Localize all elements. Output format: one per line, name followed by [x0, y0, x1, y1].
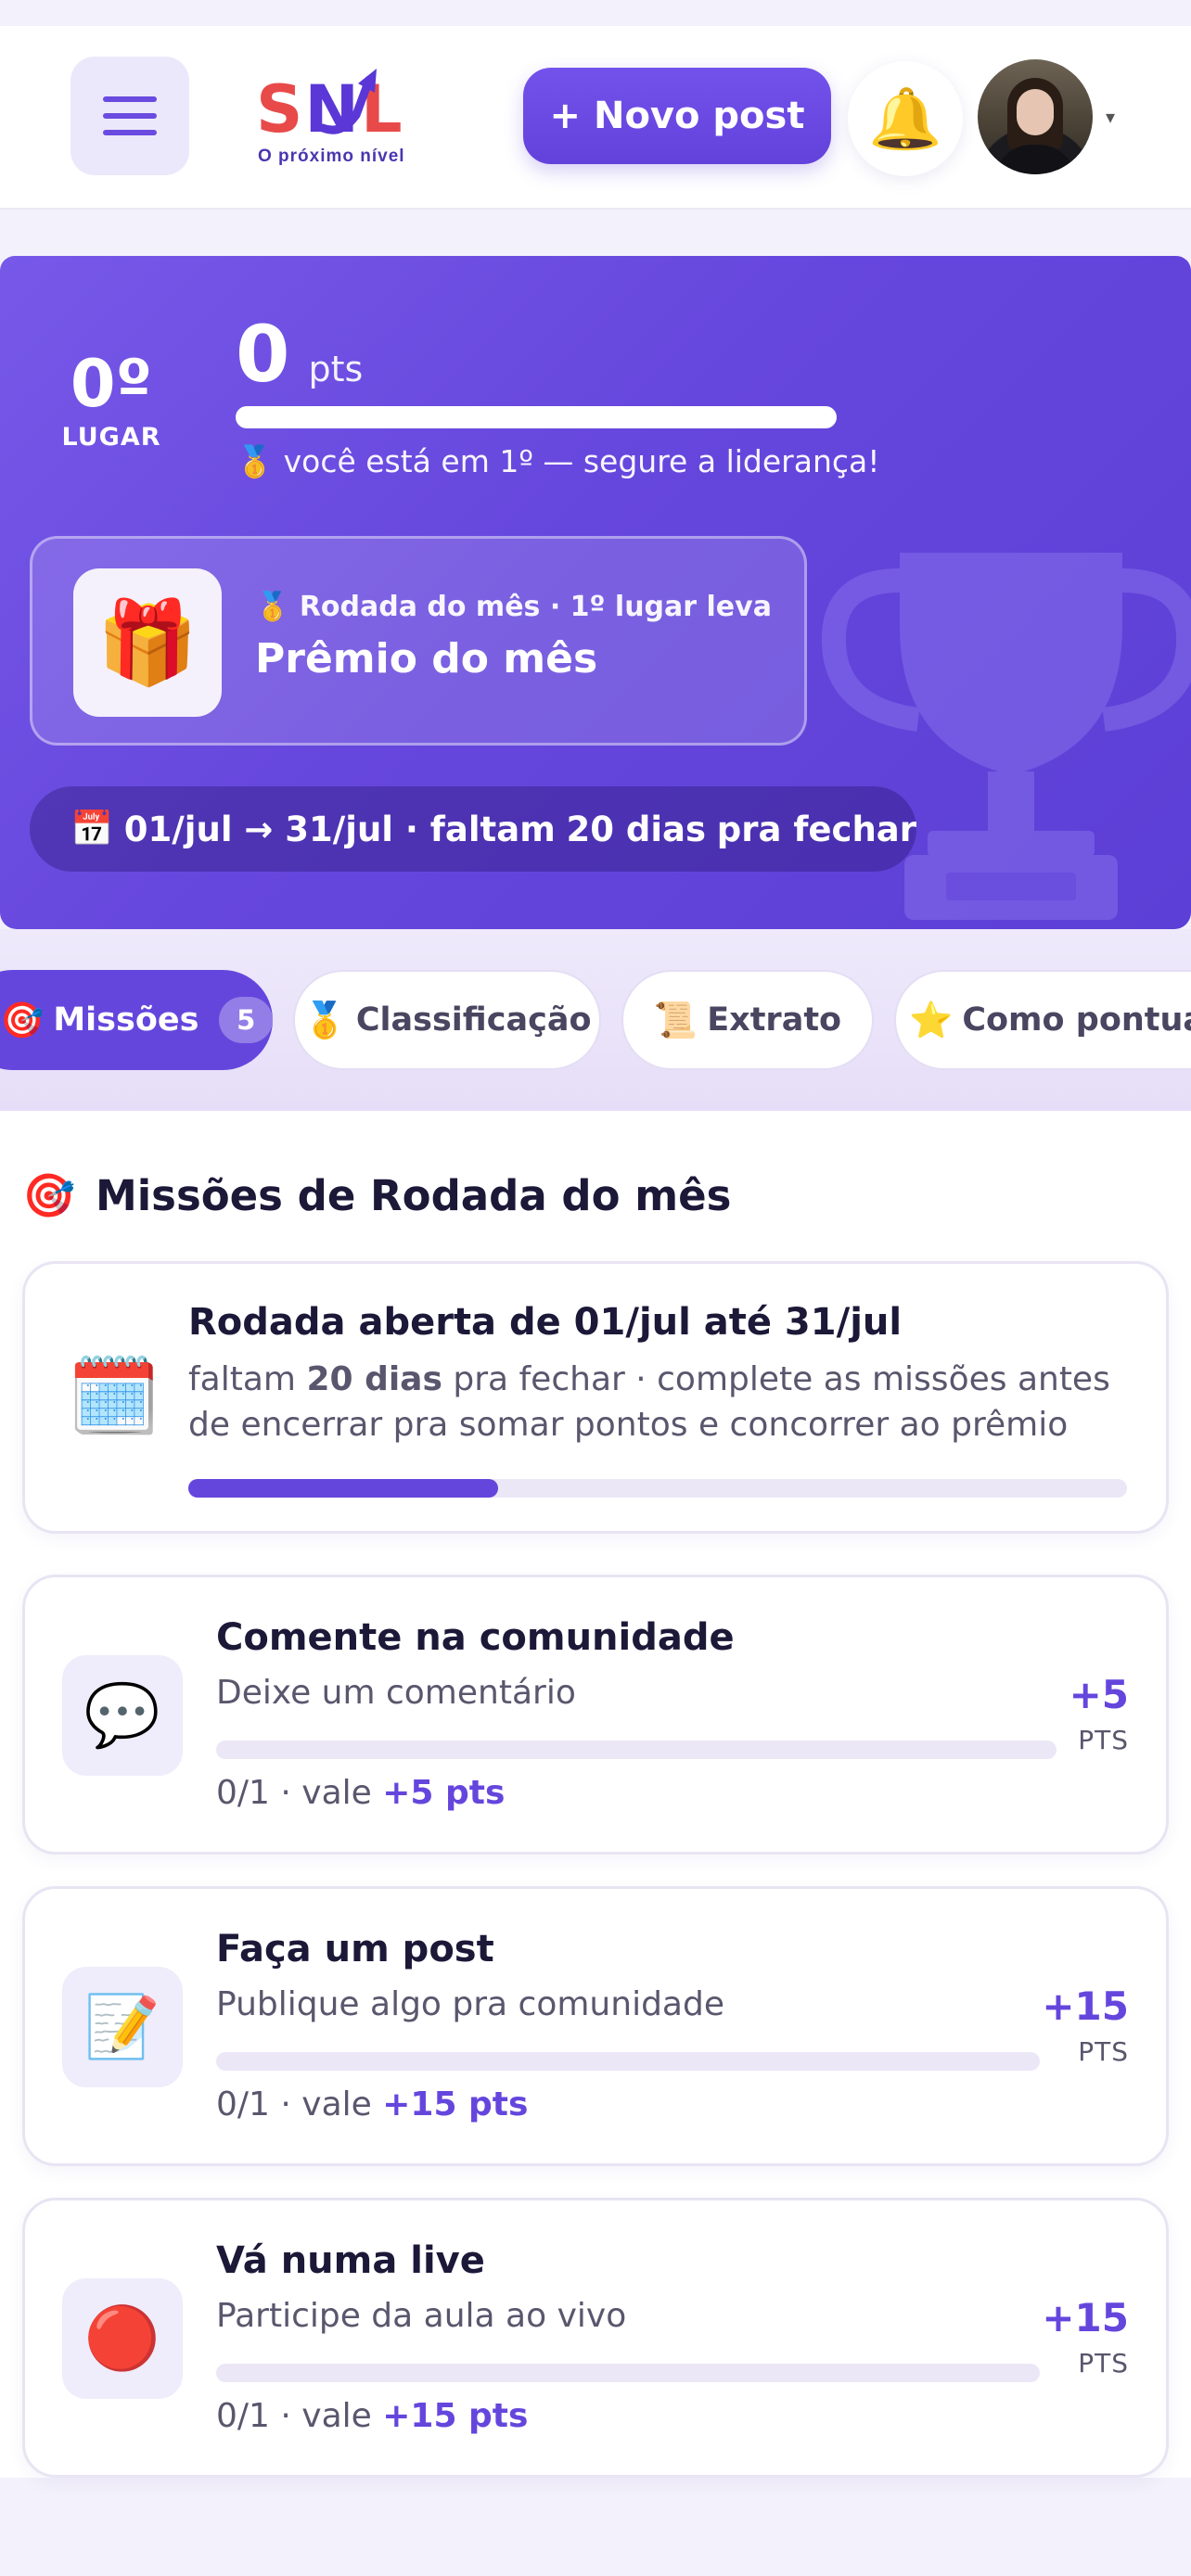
tab-missoes[interactable]: 🎯 Missões 5 — [0, 970, 273, 1070]
scroll-icon: 📜 — [653, 999, 698, 1040]
tab-label: Classificação — [355, 1001, 592, 1039]
rank-message-text: você está em 1º — segure a liderança! — [283, 443, 880, 479]
mission-description: Participe da aula ao vivo — [216, 2297, 627, 2335]
medal-icon: 🥇 — [255, 591, 290, 623]
round-progress-bar — [188, 1479, 1127, 1498]
tab-extrato[interactable]: 📜 Extrato — [621, 970, 874, 1070]
star-icon: ⭐ — [909, 999, 954, 1040]
section-title-text: Missões de Rodada do mês — [95, 1171, 732, 1220]
round-info-card: 🗓️ Rodada aberta de 01/jul até 31/jul fa… — [22, 1261, 1169, 1534]
avatar[interactable] — [978, 59, 1093, 174]
mission-card[interactable]: 📝 Faça um post Publique algo pra comunid… — [22, 1886, 1169, 2166]
gift-icon: 🎁 — [73, 568, 222, 717]
tab-label: Como pontua — [962, 1001, 1191, 1039]
mission-progress-text: 0/1 · vale +15 pts — [216, 2397, 529, 2435]
tab-como-pontua[interactable]: ⭐ Como pontua — [894, 970, 1191, 1070]
memo-icon: 📝 — [62, 1967, 183, 2087]
date-suffix: pra fechar — [716, 809, 916, 849]
days-left: 20 dias — [566, 809, 707, 849]
calendar-icon: 🗓️ — [68, 1353, 160, 1439]
mission-progress-text: 0/1 · vale +5 pts — [216, 1774, 506, 1812]
speech-bubble-icon: 💬 — [62, 1655, 183, 1776]
rank-label: LUGAR — [61, 423, 161, 452]
mission-progress-bar — [216, 2052, 1040, 2071]
section-title: 🎯 Missões de Rodada do mês — [22, 1170, 731, 1221]
round-title: Rodada aberta de 01/jul até 31/jul — [188, 1301, 903, 1344]
mission-points: +15 PTS — [1042, 1983, 1129, 2067]
notifications-button[interactable]: 🔔 — [848, 61, 963, 176]
logo-tagline: O próximo nível — [258, 147, 405, 166]
mission-title: Faça um post — [216, 1928, 494, 1970]
points-unit: PTS — [1078, 2348, 1129, 2378]
logo-arrow-icon — [318, 69, 377, 134]
top-bar: SNL O próximo nível + Novo post 🔔 ▾ — [0, 26, 1191, 210]
round-description: faltam 20 dias pra fechar · complete as … — [188, 1360, 1110, 1444]
tab-label: Missões — [53, 1001, 199, 1039]
points-progress-bar — [236, 406, 837, 428]
rank-number: 0º — [70, 346, 153, 422]
points-value: 0 — [236, 309, 290, 400]
round-dates-pill: 📅 01/jul → 31/jul · faltam 20 dias pra f… — [30, 786, 916, 872]
tab-classificacao[interactable]: 🥇 Classificação — [293, 970, 601, 1070]
target-icon: 🎯 — [22, 1170, 76, 1220]
points-value: +5 — [1069, 1672, 1129, 1717]
prize-subtitle-text: Rodada do mês · 1º lugar leva — [299, 591, 772, 623]
calendar-icon: 📅 — [70, 809, 114, 848]
mission-progress-bar — [216, 2364, 1040, 2382]
prize-card[interactable]: 🎁 🥇 Rodada do mês · 1º lugar leva Prêmio… — [30, 536, 807, 746]
points-value: +15 — [1042, 1983, 1129, 2029]
points-unit: pts — [308, 349, 364, 389]
prize-subtitle: 🥇 Rodada do mês · 1º lugar leva — [255, 591, 772, 623]
rank-position: 0º LUGAR — [56, 349, 167, 452]
logo[interactable]: SNL O próximo nível — [256, 63, 423, 174]
medal-icon: 🥇 — [236, 443, 275, 479]
new-post-button[interactable]: + Novo post — [523, 68, 831, 164]
medal-icon: 🥇 — [302, 999, 347, 1040]
chevron-down-icon[interactable]: ▾ — [1106, 106, 1115, 128]
target-icon: 🎯 — [0, 999, 45, 1040]
rank-message: 🥇 você está em 1º — segure a liderança! — [236, 443, 879, 480]
mission-progress-bar — [216, 1741, 1057, 1759]
mission-points: +5 PTS — [1069, 1672, 1129, 1755]
points-value: +15 — [1042, 2295, 1129, 2340]
menu-button[interactable] — [70, 57, 189, 175]
round-progress-fill — [188, 1479, 498, 1498]
prize-title: Prêmio do mês — [255, 635, 598, 682]
mission-card[interactable]: 💬 Comente na comunidade Deixe um comentá… — [22, 1575, 1169, 1855]
points-unit: PTS — [1078, 2036, 1129, 2067]
date-range: 01/jul → 31/jul · faltam — [123, 809, 556, 849]
ranking-hero: 0º LUGAR 0 pts 🥇 você está em 1º — segur… — [0, 256, 1191, 929]
bell-icon: 🔔 — [868, 84, 942, 154]
tab-label: Extrato — [707, 1001, 842, 1039]
menu-icon — [103, 96, 157, 135]
mission-card[interactable]: 🔴 Vá numa live Participe da aula ao vivo… — [22, 2198, 1169, 2478]
points-unit: PTS — [1078, 1725, 1129, 1755]
days-left: 20 dias — [306, 1360, 442, 1398]
points-display: 0 pts — [236, 308, 363, 401]
mission-description: Publique algo pra comunidade — [216, 1985, 724, 2023]
mission-title: Vá numa live — [216, 2239, 485, 2282]
red-circle-icon: 🔴 — [62, 2278, 183, 2399]
mission-description: Deixe um comentário — [216, 1674, 576, 1712]
mission-title: Comente na comunidade — [216, 1616, 735, 1659]
mission-progress-text: 0/1 · vale +15 pts — [216, 2085, 529, 2123]
count-badge: 5 — [219, 997, 273, 1043]
mission-points: +15 PTS — [1042, 2295, 1129, 2378]
